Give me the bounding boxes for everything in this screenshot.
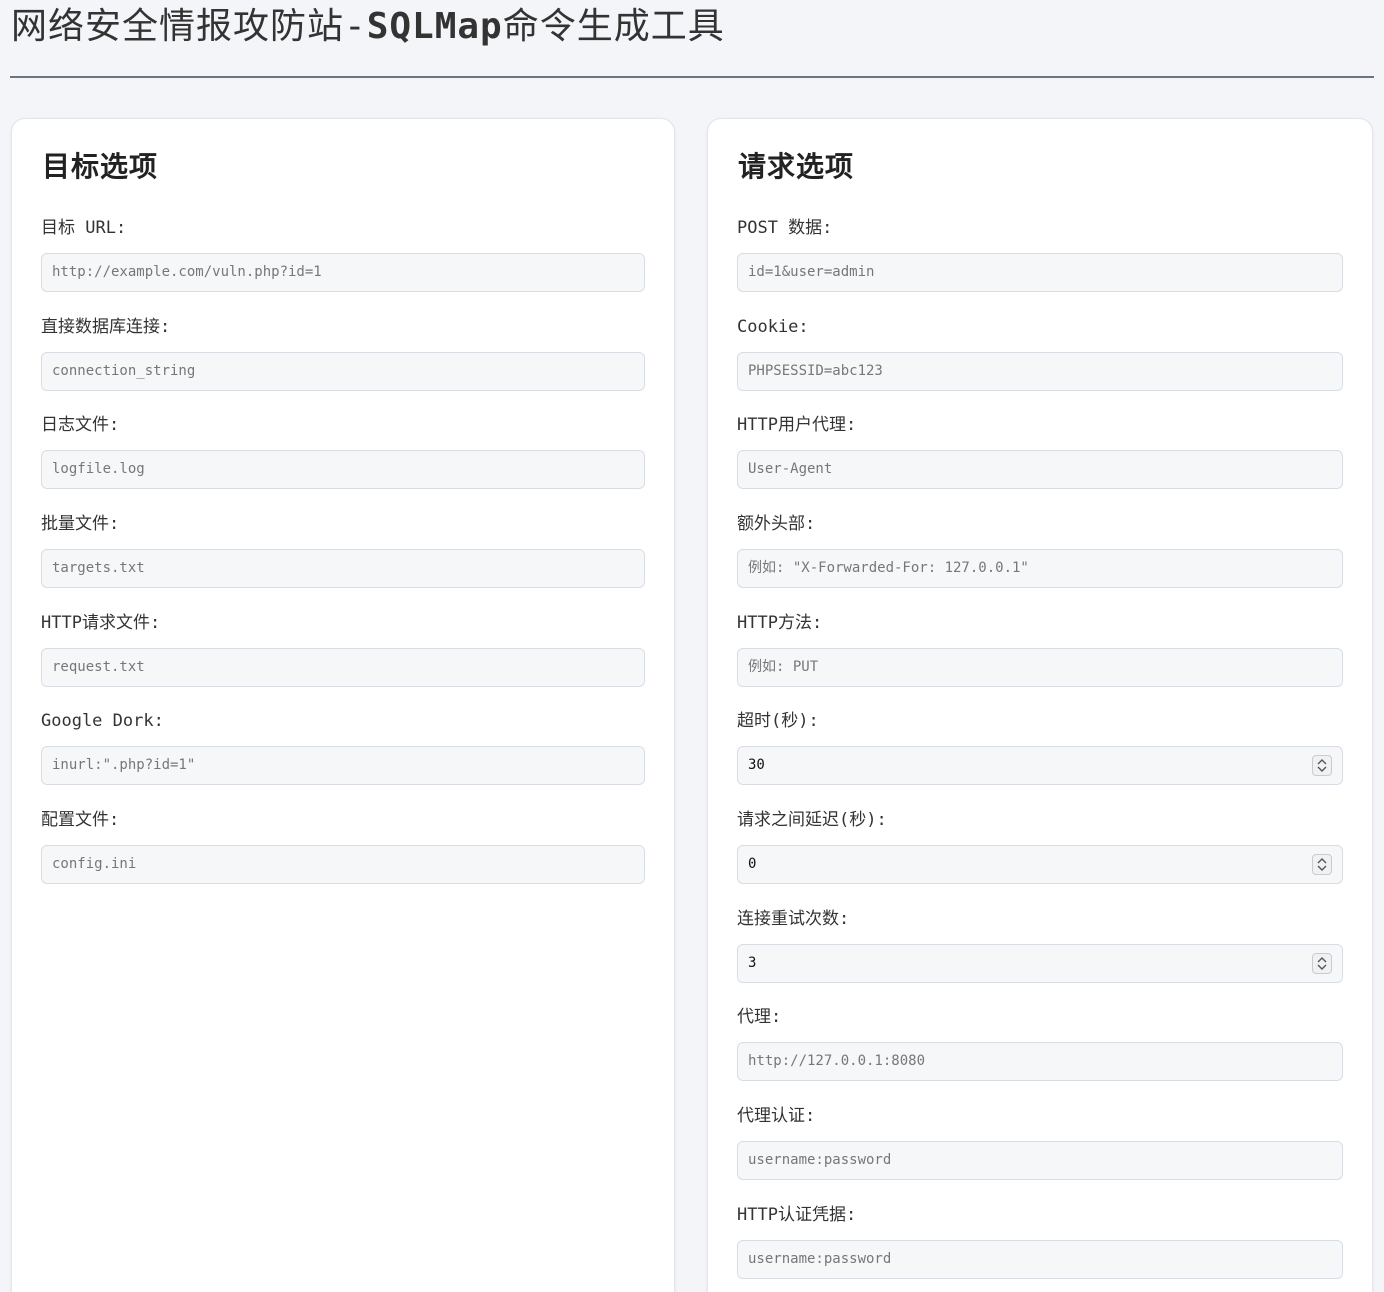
log-file-field: 日志文件: logfile.log [41, 414, 645, 489]
retries-value: 3 [748, 955, 757, 971]
google-dork-field: Google Dork: inurl:".php?id=1" [41, 710, 645, 785]
log-file-input[interactable]: logfile.log [41, 450, 645, 489]
up-down-chevron-icon[interactable] [1312, 953, 1332, 974]
page-title-suffix: 命令生成工具 [502, 6, 725, 47]
bulk-file-label: 批量文件: [41, 514, 120, 534]
timeout-field: 超时(秒): 30 [737, 710, 1343, 785]
extra-headers-field: 额外头部: 例如: "X-Forwarded-For: 127.0.0.1" [737, 513, 1343, 588]
extra-headers-label: 额外头部: [737, 514, 816, 534]
extra-headers-input[interactable]: 例如: "X-Forwarded-For: 127.0.0.1" [737, 549, 1343, 588]
post-data-input[interactable]: id=1&user=admin [737, 253, 1343, 292]
proxy-label: 代理: [737, 1007, 782, 1027]
timeout-label: 超时(秒): [737, 711, 819, 731]
delay-label: 请求之间延迟(秒): [737, 810, 887, 830]
user-agent-field: HTTP用户代理: User-Agent [737, 414, 1343, 489]
target-options-panel: 目标选项 目标 URL: http://example.com/vuln.php… [11, 118, 675, 1292]
google-dork-label: Google Dork: [41, 711, 164, 731]
retries-label: 连接重试次数: [737, 909, 850, 929]
post-data-field: POST 数据: id=1&user=admin [737, 217, 1343, 292]
timeout-value: 30 [748, 757, 765, 773]
delay-field: 请求之间延迟(秒): 0 [737, 809, 1343, 884]
title-divider [10, 76, 1374, 78]
cookie-input[interactable]: PHPSESSID=abc123 [737, 352, 1343, 391]
log-file-label: 日志文件: [41, 415, 120, 435]
proxy-field: 代理: http://127.0.0.1:8080 [737, 1006, 1343, 1081]
up-down-chevron-icon[interactable] [1312, 854, 1332, 875]
http-method-field: HTTP方法: 例如: PUT [737, 612, 1343, 687]
direct-db-label: 直接数据库连接: [41, 317, 171, 337]
retries-input[interactable]: 3 [737, 944, 1343, 983]
target-options-heading: 目标选项 [42, 150, 159, 183]
config-file-label: 配置文件: [41, 810, 120, 830]
google-dork-input[interactable]: inurl:".php?id=1" [41, 746, 645, 785]
direct-db-input[interactable]: connection_string [41, 352, 645, 391]
http-auth-field: HTTP认证凭据: username:password [737, 1204, 1343, 1279]
target-url-input[interactable]: http://example.com/vuln.php?id=1 [41, 253, 645, 292]
direct-db-field: 直接数据库连接: connection_string [41, 316, 645, 391]
request-file-input[interactable]: request.txt [41, 648, 645, 687]
http-method-label: HTTP方法: [737, 613, 823, 633]
request-options-panel: 请求选项 POST 数据: id=1&user=admin Cookie: PH… [707, 118, 1373, 1292]
config-file-input[interactable]: config.ini [41, 845, 645, 884]
proxy-input[interactable]: http://127.0.0.1:8080 [737, 1042, 1343, 1081]
page-title: 网络安全情报攻防站-SQLMap命令生成工具 [11, 4, 725, 50]
request-file-label: HTTP请求文件: [41, 613, 161, 633]
timeout-input[interactable]: 30 [737, 746, 1343, 785]
proxy-auth-label: 代理认证: [737, 1106, 816, 1126]
bulk-file-field: 批量文件: targets.txt [41, 513, 645, 588]
delay-input[interactable]: 0 [737, 845, 1343, 884]
user-agent-input[interactable]: User-Agent [737, 450, 1343, 489]
delay-value: 0 [748, 856, 757, 872]
cookie-label: Cookie: [737, 317, 809, 337]
target-url-field: 目标 URL: http://example.com/vuln.php?id=1 [41, 217, 645, 292]
http-auth-input[interactable]: username:password [737, 1240, 1343, 1279]
page-title-accent: SQLMap [366, 6, 503, 47]
retries-field: 连接重试次数: 3 [737, 908, 1343, 983]
proxy-auth-field: 代理认证: username:password [737, 1105, 1343, 1180]
page-title-prefix: 网络安全情报攻防站- [11, 6, 367, 47]
config-file-field: 配置文件: config.ini [41, 809, 645, 884]
proxy-auth-input[interactable]: username:password [737, 1141, 1343, 1180]
post-data-label: POST 数据: [737, 218, 833, 238]
request-file-field: HTTP请求文件: request.txt [41, 612, 645, 687]
bulk-file-input[interactable]: targets.txt [41, 549, 645, 588]
page: 网络安全情报攻防站-SQLMap命令生成工具 目标选项 目标 URL: http… [0, 0, 1384, 1292]
target-url-label: 目标 URL: [41, 218, 127, 238]
http-auth-label: HTTP认证凭据: [737, 1205, 857, 1225]
http-method-input[interactable]: 例如: PUT [737, 648, 1343, 687]
cookie-field: Cookie: PHPSESSID=abc123 [737, 316, 1343, 391]
up-down-chevron-icon[interactable] [1312, 755, 1332, 776]
user-agent-label: HTTP用户代理: [737, 415, 857, 435]
request-options-heading: 请求选项 [738, 150, 855, 183]
